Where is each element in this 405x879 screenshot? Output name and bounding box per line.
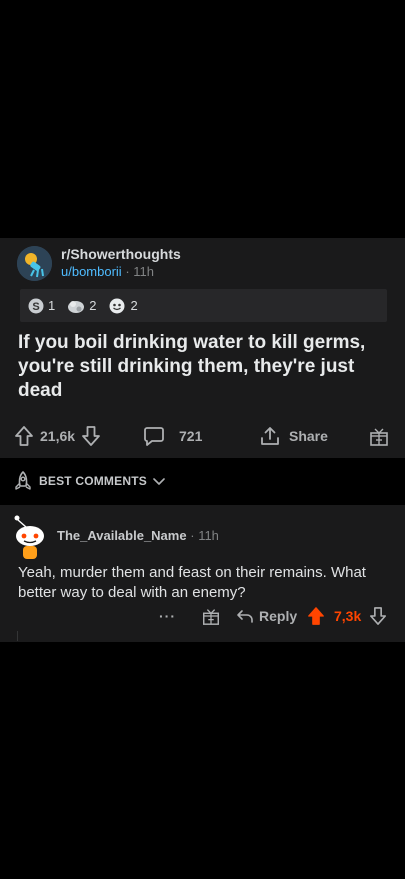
- comment-body[interactable]: Yeah, murder them and feast on their rem…: [18, 563, 388, 603]
- more-options-button[interactable]: ···: [159, 605, 176, 627]
- post-actions: 21,6k 721 Share: [0, 424, 405, 448]
- share-button[interactable]: Share: [259, 424, 328, 448]
- comment-meta: The_Available_Name · 11h: [57, 528, 219, 543]
- comment-award-button[interactable]: [201, 605, 221, 627]
- post-author[interactable]: u/bomborii: [61, 264, 122, 279]
- upvote-active-icon[interactable]: [306, 606, 326, 626]
- comment-score: 7,3k: [334, 608, 362, 624]
- downvote-icon[interactable]: [369, 606, 387, 626]
- snoo-avatar-icon[interactable]: [12, 513, 48, 561]
- post-title[interactable]: If you boil drinking water to kill germs…: [18, 331, 388, 403]
- rocket-icon: [15, 471, 31, 490]
- share-label: Share: [289, 428, 328, 444]
- sort-label: BEST COMMENTS: [39, 474, 147, 488]
- subreddit-name[interactable]: r/Showerthoughts: [61, 246, 181, 262]
- comment-count: 721: [179, 428, 203, 444]
- helpful-award-icon: [68, 300, 85, 313]
- thread-line: [17, 631, 18, 641]
- downvote-icon[interactable]: [81, 425, 101, 447]
- award-helpful[interactable]: 2: [67, 298, 96, 314]
- meta-separator: ·: [190, 528, 195, 543]
- chevron-down-icon: [153, 478, 165, 485]
- awards-bar[interactable]: S 1 2 2: [20, 289, 387, 322]
- comment-author[interactable]: The_Available_Name: [57, 528, 187, 543]
- comment-bubble-icon: [144, 427, 164, 446]
- award-wholesome[interactable]: 2: [108, 298, 138, 314]
- award-count: 2: [130, 298, 138, 313]
- silver-award-icon: S: [28, 298, 44, 313]
- reply-arrow-icon: [237, 610, 253, 623]
- comments-button[interactable]: 721: [143, 424, 202, 448]
- comment-card: The_Available_Name · 11h Yeah, murder th…: [0, 505, 405, 642]
- gift-award-icon: [370, 428, 388, 446]
- gift-award-icon: [203, 609, 219, 625]
- upvote-icon[interactable]: [14, 425, 34, 447]
- comment-sort-bar: BEST COMMENTS: [0, 458, 405, 505]
- award-count: 2: [89, 298, 97, 313]
- comment-age: 11h: [198, 528, 219, 543]
- vote-group: 21,6k: [14, 424, 101, 448]
- comment-vote-group: 7,3k: [306, 605, 387, 627]
- subreddit-avatar[interactable]: [17, 246, 52, 281]
- award-count: 1: [48, 298, 56, 313]
- post-meta: u/bomborii · 11h: [61, 264, 154, 279]
- award-silver[interactable]: S 1: [28, 298, 55, 314]
- wholesome-award-icon: [109, 298, 125, 313]
- share-icon: [261, 427, 279, 445]
- sort-dropdown[interactable]: BEST COMMENTS: [13, 470, 165, 492]
- svg-text:S: S: [32, 301, 39, 313]
- post-card: r/Showerthoughts u/bomborii · 11h S 1 2: [0, 238, 405, 458]
- reply-label: Reply: [259, 608, 298, 624]
- reply-button[interactable]: Reply: [236, 605, 297, 627]
- comment-actions: ··· Reply 7,3k: [0, 605, 405, 627]
- post-score: 21,6k: [40, 428, 76, 444]
- meta-separator: ·: [125, 264, 130, 279]
- give-award-button[interactable]: [368, 424, 390, 448]
- post-age: 11h: [133, 264, 155, 279]
- shower-head-icon: [17, 246, 52, 281]
